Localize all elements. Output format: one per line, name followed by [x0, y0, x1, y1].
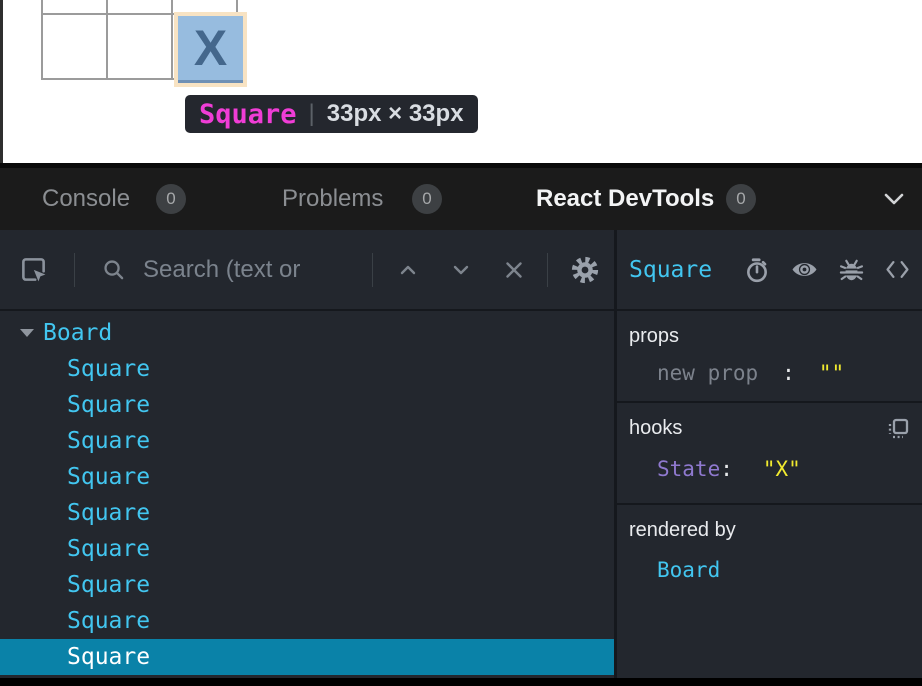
inspected-component-title: Square [629, 257, 712, 283]
screenshot-root: X Square | 33px × 33px Console 0 Problem… [0, 0, 922, 686]
tooltip-dimensions: 33px × 33px [327, 100, 464, 128]
bug-icon[interactable] [839, 257, 864, 283]
parse-hook-names-icon[interactable] [887, 417, 910, 440]
tree-item-square[interactable]: Square [0, 351, 614, 387]
tree-item-square[interactable]: Square [0, 423, 614, 459]
rendered-by-label: rendered by [629, 519, 736, 542]
tree-item-label: Square [67, 356, 150, 382]
inspector-header-icons [744, 257, 910, 283]
new-prop-name-input[interactable]: new prop [657, 361, 758, 385]
props-section: props new prop : "" [617, 311, 922, 403]
tree-item-label: Square [67, 572, 150, 598]
browser-page: X Square | 33px × 33px [0, 0, 922, 163]
tooltip-separator: | [309, 100, 315, 128]
inspect-element-icon[interactable] [20, 256, 47, 283]
components-tree-pane: Board Square Square Square Square Square… [0, 230, 614, 678]
tree-item-label: Board [43, 320, 112, 346]
previous-result-icon[interactable] [397, 259, 419, 281]
tree-item-label: Square [67, 392, 150, 418]
hooks-section: hooks State : "X" [617, 403, 922, 505]
tree-item-square-selected[interactable]: Square [0, 639, 614, 675]
board-cell[interactable] [107, 14, 172, 79]
gear-icon[interactable] [570, 255, 600, 285]
tab-console[interactable]: Console [42, 168, 130, 230]
page-edge-strip [0, 0, 3, 163]
eye-icon[interactable] [791, 259, 818, 280]
inspect-highlight-content[interactable]: X [178, 16, 243, 83]
inspect-tooltip: Square | 33px × 33px [185, 95, 478, 133]
next-result-icon[interactable] [450, 259, 472, 281]
toolbar-divider [372, 253, 373, 287]
tree-item-label: Square [67, 464, 150, 490]
component-tree: Board Square Square Square Square Square… [0, 311, 614, 675]
tree-item-square[interactable]: Square [0, 531, 614, 567]
chevron-down-icon[interactable] [884, 192, 904, 206]
bottom-edge-strip [0, 678, 922, 686]
tab-react-devtools[interactable]: React DevTools [536, 168, 714, 230]
hook-colon: : [720, 457, 733, 481]
board-cell[interactable] [42, 14, 107, 79]
tree-item-square[interactable]: Square [0, 567, 614, 603]
search-icon [102, 258, 125, 281]
rendered-by-section: rendered by Board [617, 505, 922, 676]
rendered-by-link-board[interactable]: Board [629, 558, 910, 582]
clear-search-icon[interactable] [503, 259, 525, 281]
tree-item-square[interactable]: Square [0, 495, 614, 531]
inspector-pane: Square [617, 230, 922, 678]
tooltip-component-name: Square [199, 99, 297, 130]
tree-item-square[interactable]: Square [0, 603, 614, 639]
tab-problems[interactable]: Problems [282, 168, 383, 230]
toolbar-divider [547, 253, 548, 287]
tree-item-label: Square [67, 536, 150, 562]
tree-item-label: Square [67, 644, 150, 670]
prop-colon: : [782, 361, 795, 385]
props-section-label: props [629, 325, 679, 348]
tree-item-label: Square [67, 608, 150, 634]
hooks-section-label: hooks [629, 417, 682, 440]
new-prop-value-input[interactable]: "" [819, 361, 844, 385]
view-source-icon[interactable] [885, 257, 910, 282]
board-cell[interactable] [42, 0, 107, 14]
search-input[interactable] [143, 256, 348, 284]
tree-toolbar [0, 230, 614, 311]
tree-item-board[interactable]: Board [0, 315, 614, 351]
hook-state-name: State [657, 457, 720, 481]
problems-count-badge: 0 [412, 184, 442, 214]
react-devtools-count-badge: 0 [726, 184, 756, 214]
tree-item-label: Square [67, 428, 150, 454]
tree-item-square[interactable]: Square [0, 387, 614, 423]
console-count-badge: 0 [156, 184, 186, 214]
board-cell[interactable] [107, 0, 172, 14]
toolbar-divider [74, 253, 75, 287]
tree-item-label: Square [67, 500, 150, 526]
inspector-header: Square [617, 230, 922, 311]
stopwatch-icon[interactable] [744, 257, 770, 283]
inspect-highlight-border: X [174, 12, 247, 87]
react-devtools-panel: Board Square Square Square Square Square… [0, 230, 922, 678]
tree-item-square[interactable]: Square [0, 459, 614, 495]
expand-triangle-icon[interactable] [20, 329, 34, 337]
hook-state-value[interactable]: "X" [763, 457, 801, 481]
devtools-tabbar: Console 0 Problems 0 React DevTools 0 [0, 168, 922, 230]
